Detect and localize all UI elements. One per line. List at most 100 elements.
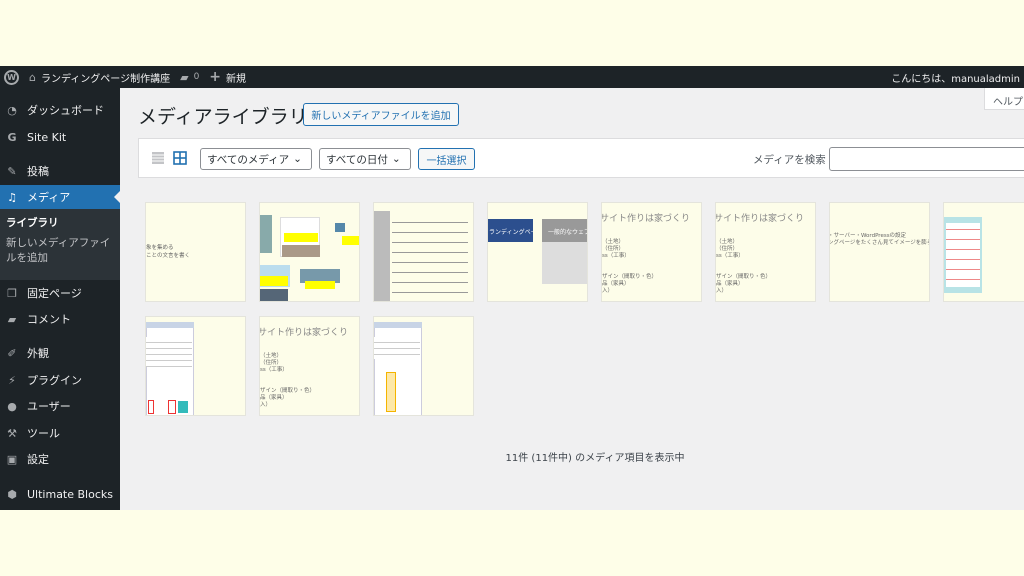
my-account-link[interactable]: こんにちは、manualadmin xyxy=(891,66,1020,88)
media-item[interactable]: サイト作りは家づくり （土地） （住所） ss（工事） ザイン（間取り・色） 品… xyxy=(715,202,816,302)
greeting: こんにちは、manualadmin xyxy=(891,73,1020,85)
admin-sidebar: ◔ ダッシュボード G Site Kit ✎ 投稿 ♫ メディア ライブラリ 新しいメデ… xyxy=(0,88,120,510)
google-g-icon: G xyxy=(7,130,17,144)
thumb-graphic xyxy=(386,372,396,412)
thumb-graphic xyxy=(392,213,468,293)
date-filter[interactable]: すべての日付 ⌄ xyxy=(319,148,411,170)
thumb-text: 象を集める xyxy=(146,245,174,251)
wordpress-logo-icon[interactable]: W xyxy=(4,69,19,85)
sidebar-item-dashboard[interactable]: ◔ ダッシュボード xyxy=(0,98,120,122)
thumb-text: ss（工事） xyxy=(260,367,288,373)
add-new-media-button[interactable]: 新しいメディアファイルを追加 xyxy=(303,103,459,126)
label: コメント xyxy=(27,313,71,326)
thumb-graphic xyxy=(335,223,345,232)
media-item[interactable]: サイト作りは家づくり （土地） （住所） ss（工事） ザイン（間取り・色） 品… xyxy=(601,202,702,302)
bulk-select-button[interactable]: 一括選択 xyxy=(418,148,475,170)
thumb-title: サイト作りは家づくり xyxy=(601,214,691,224)
sidebar-item-comments[interactable]: ▰ コメント xyxy=(0,307,120,331)
media-item[interactable] xyxy=(373,316,474,416)
sidebar-item-ultimate-blocks[interactable]: ⬢ Ultimate Blocks xyxy=(0,482,120,506)
media-item[interactable]: サイト作りは家づくり （土地） （住所） ss（工事） ザイン（間取り・色） 品… xyxy=(259,316,360,416)
sidebar-item-media[interactable]: ♫ メディア xyxy=(0,185,120,209)
media-search-input[interactable] xyxy=(829,147,1024,171)
thumb-text: ことの文言を書く xyxy=(146,253,190,259)
thumb-heading: 一般的なウェブサイト xyxy=(542,219,587,242)
media-type-filter[interactable]: すべてのメディア ⌄ xyxy=(200,148,312,170)
sidebar-item-plugins[interactable]: ⚡ プラグイン xyxy=(0,368,120,392)
thumb-text: ングページをたくさん見てイメージを膨らま xyxy=(829,240,930,246)
media-item[interactable]: ランディングページ 一般的なウェブサイト xyxy=(487,202,588,302)
thumb-graphic xyxy=(374,322,422,328)
thumb-graphic xyxy=(305,281,335,289)
sidebar-item-site-kit[interactable]: G Site Kit xyxy=(0,125,120,149)
thumb-graphic xyxy=(260,289,288,301)
comment-icon: ▰ xyxy=(7,312,17,326)
sidebar-item-appearance[interactable]: ✐ 外観 xyxy=(0,341,120,365)
thumb-graphic xyxy=(148,400,154,414)
list-view-icon[interactable] xyxy=(151,151,165,165)
selected-value: すべてのメディア xyxy=(207,153,290,166)
media-toolbar: すべてのメディア ⌄ すべての日付 ⌄ 一括選択 メディアを検索 xyxy=(138,138,1024,178)
new-label: 新規 xyxy=(226,73,247,85)
thumb-text: 入） xyxy=(716,288,728,294)
chevron-down-icon: ⌄ xyxy=(293,153,302,165)
new-content-link[interactable]: + 新規 xyxy=(209,66,246,88)
chevron-down-icon: ⌄ xyxy=(391,153,401,165)
label: 投稿 xyxy=(27,165,49,178)
submenu-library[interactable]: ライブラリ xyxy=(6,215,114,230)
brush-icon: ✐ xyxy=(7,346,17,360)
media-count-text: 11件 (11件中) のメディア項目を表示中 xyxy=(505,453,685,464)
media-item[interactable] xyxy=(943,202,1024,302)
page-title: メディアライブラリ xyxy=(138,106,308,128)
blocks-icon: ⬢ xyxy=(7,487,17,501)
label: Ultimate Blocks xyxy=(27,487,113,501)
media-item[interactable] xyxy=(259,202,360,302)
thumb-graphic xyxy=(282,245,320,257)
sidebar-item-users[interactable]: ● ユーザー xyxy=(0,394,120,418)
thumb-graphic xyxy=(946,223,980,287)
thumb-graphic xyxy=(374,337,420,359)
comment-icon: ▰ xyxy=(180,70,189,84)
label: メディア xyxy=(27,191,71,204)
home-icon: ⌂ xyxy=(29,70,36,84)
wrench-icon: ⚒ xyxy=(7,426,17,440)
thumb-text: ss（工事） xyxy=(716,253,744,259)
media-item[interactable] xyxy=(373,202,474,302)
submenu-add-new[interactable]: 新しいメディアファイルを追加 xyxy=(6,236,114,266)
thumb-graphic xyxy=(374,211,390,301)
thumb-graphic xyxy=(284,233,318,242)
selected-value: すべての日付 xyxy=(326,153,388,166)
comments-link[interactable]: ▰ 0 xyxy=(180,66,199,88)
sidebar-item-pages[interactable]: ❐ 固定ページ xyxy=(0,281,120,305)
thumb-text: ss（工事） xyxy=(602,253,630,259)
media-item[interactable]: 象を集める ことの文言を書く xyxy=(145,202,246,302)
media-item[interactable]: ・サーバー・WordPressの設定 ングページをたくさん見てイメージを膨らま xyxy=(829,202,930,302)
label: Site Kit xyxy=(27,130,67,144)
grid-view-icon[interactable] xyxy=(173,151,187,165)
admin-bar: W ⌂ ランディングページ制作講座 ▰ 0 + 新規 こんにちは、manualadmi… xyxy=(0,66,1024,88)
site-name: ランディングページ制作講座 xyxy=(40,73,171,85)
wp-admin-screen: W ⌂ ランディングページ制作講座 ▰ 0 + 新規 こんにちは、manualadmi… xyxy=(0,66,1024,510)
site-name-link[interactable]: ⌂ ランディングページ制作講座 xyxy=(29,66,170,88)
thumb-graphic xyxy=(146,337,192,367)
thumb-graphic xyxy=(342,236,359,245)
media-submenu: ライブラリ 新しいメディアファイルを追加 xyxy=(0,209,120,280)
label: ダッシュボード xyxy=(27,104,104,117)
user-icon: ● xyxy=(7,399,17,413)
thumb-graphic xyxy=(146,322,194,328)
thumb-graphic xyxy=(178,401,188,413)
pages-icon: ❐ xyxy=(7,286,17,300)
plugin-icon: ⚡ xyxy=(8,373,16,387)
media-item[interactable] xyxy=(145,316,246,416)
thumb-graphic xyxy=(260,215,272,253)
thumb-title: サイト作りは家づくり xyxy=(715,214,805,224)
sidebar-item-posts[interactable]: ✎ 投稿 xyxy=(0,159,120,183)
thumb-text: 入） xyxy=(260,402,272,408)
thumb-heading: ランディングページ xyxy=(488,219,533,242)
plus-icon: + xyxy=(209,69,222,85)
thumb-graphic xyxy=(260,276,288,286)
thumb-graphic xyxy=(168,400,176,414)
sidebar-item-tools[interactable]: ⚒ ツール xyxy=(0,421,120,445)
pin-icon: ✎ xyxy=(7,164,17,178)
help-tab[interactable]: ヘルプ xyxy=(984,88,1024,110)
